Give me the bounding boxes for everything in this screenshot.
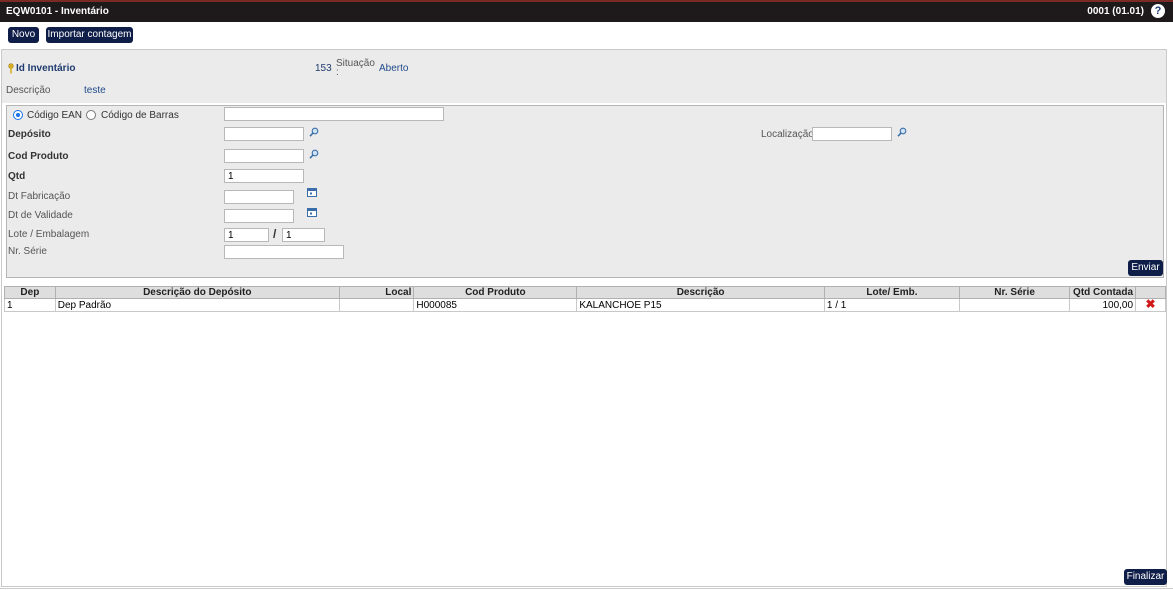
cod-produto-search-icon[interactable] — [309, 149, 319, 159]
code-input[interactable] — [224, 107, 444, 121]
version-label: 0001 (01.01) — [1087, 6, 1144, 17]
nr-serie-input[interactable] — [224, 245, 344, 259]
inventory-table: Dep Descrição do Depósito Local Cod Prod… — [4, 286, 1166, 312]
table-header-row: Dep Descrição do Depósito Local Cod Prod… — [4, 286, 1166, 299]
cell-lote-emb: 1 / 1 — [823, 298, 960, 312]
title-bar: EQW0101 - Inventário 0001 (01.01) ? — [0, 0, 1173, 22]
radio-codigo-ean[interactable] — [13, 110, 23, 120]
novo-button[interactable]: Novo — [8, 27, 39, 43]
col-cod-produto[interactable]: Cod Produto — [413, 286, 578, 299]
cell-actions: ✖ — [1135, 297, 1166, 312]
dt-validade-calendar-icon[interactable] — [307, 207, 317, 217]
col-dep[interactable]: Dep — [4, 286, 56, 299]
lote-separator: / — [273, 227, 277, 241]
cell-descricao: KALANCHOE P15 — [576, 298, 825, 312]
embalagem-input[interactable] — [282, 228, 325, 242]
cell-local — [338, 298, 415, 312]
bottom-divider — [0, 588, 1173, 589]
dt-validade-input[interactable] — [224, 209, 294, 223]
cell-qtd-contada: 100,00 — [1069, 298, 1137, 312]
lote-label: Lote / Embalagem — [8, 229, 90, 240]
entry-form: Código EAN Código de Barras Depósito Loc… — [6, 105, 1164, 278]
cell-dep: 1 — [4, 298, 56, 312]
qtd-input[interactable] — [224, 169, 304, 183]
lote-input[interactable] — [224, 228, 269, 242]
localizacao-input[interactable] — [812, 127, 892, 141]
key-icon — [8, 63, 14, 74]
dt-fabricacao-label: Dt Fabricação — [8, 191, 71, 202]
deposito-input[interactable] — [224, 127, 304, 141]
qtd-label: Qtd — [8, 171, 26, 182]
deposito-label: Depósito — [8, 129, 51, 140]
enviar-button[interactable]: Enviar — [1128, 260, 1163, 276]
cell-nr-serie — [958, 298, 1071, 312]
descricao-label: Descrição — [6, 85, 51, 96]
situacao-value: Aberto — [379, 63, 409, 74]
dt-fabricacao-input[interactable] — [224, 190, 294, 204]
inventory-header: Id Inventário 153 Situação : Aberto Desc… — [2, 50, 1166, 103]
table-row[interactable]: 1 Dep Padrão H000085 KALANCHOE P15 1 / 1… — [4, 297, 1166, 312]
dt-fabricacao-calendar-icon[interactable] — [307, 187, 317, 197]
nr-serie-label: Nr. Série — [8, 246, 47, 257]
window-title: EQW0101 - Inventário — [6, 6, 109, 17]
delete-icon[interactable]: ✖ — [1145, 297, 1155, 311]
cod-produto-label: Cod Produto — [8, 151, 69, 162]
importar-contagem-button[interactable]: Importar contagem — [46, 27, 133, 43]
id-inventario-value: 153 — [315, 63, 332, 74]
cod-produto-input[interactable] — [224, 149, 304, 163]
cell-cod-produto: H000085 — [413, 298, 578, 312]
descricao-value: teste — [84, 85, 106, 96]
col-descricao-deposito[interactable]: Descrição do Depósito — [54, 286, 340, 299]
localizacao-label: Localização — [761, 129, 814, 140]
help-icon[interactable]: ? — [1151, 4, 1165, 18]
localizacao-search-icon[interactable] — [897, 127, 907, 137]
radio-codigo-barras[interactable] — [86, 110, 96, 120]
col-descricao[interactable]: Descrição — [576, 286, 825, 299]
dt-validade-label: Dt de Validade — [8, 210, 73, 221]
situacao-colon: : — [336, 67, 339, 78]
situacao-label: Situação — [336, 58, 375, 69]
main-panel: Id Inventário 153 Situação : Aberto Desc… — [1, 49, 1167, 587]
radio-codigo-barras-label: Código de Barras — [101, 110, 179, 121]
radio-codigo-ean-label: Código EAN — [27, 110, 83, 121]
cell-descricao-deposito: Dep Padrão — [54, 298, 340, 312]
col-lote-emb[interactable]: Lote/ Emb. — [823, 286, 960, 299]
deposito-search-icon[interactable] — [309, 127, 319, 137]
col-qtd-contada[interactable]: Qtd Contada — [1069, 286, 1137, 299]
col-local[interactable]: Local — [338, 286, 415, 299]
finalizar-button[interactable]: Finalizar — [1124, 569, 1167, 585]
id-inventario-label: Id Inventário — [16, 63, 76, 74]
col-nr-serie[interactable]: Nr. Série — [958, 286, 1071, 299]
